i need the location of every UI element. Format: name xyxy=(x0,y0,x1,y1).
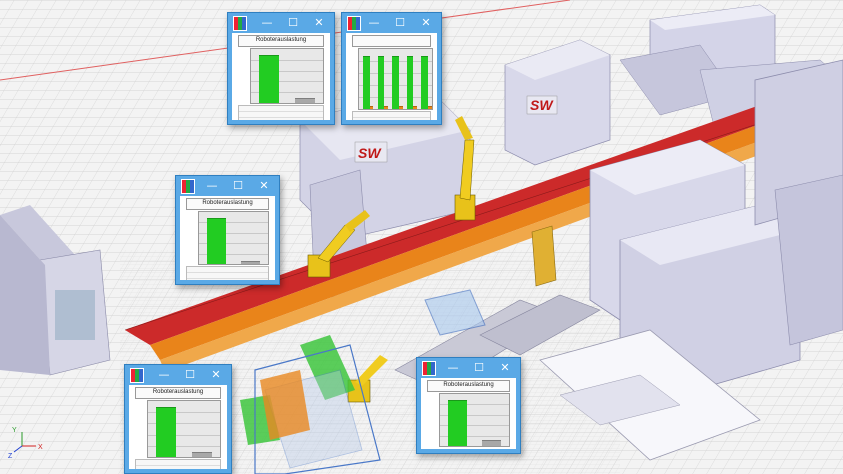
chart-bar xyxy=(398,106,403,109)
chart-bar xyxy=(206,217,226,264)
chart-bar xyxy=(192,452,212,457)
minimize-button[interactable]: — xyxy=(155,366,173,383)
chart-bar xyxy=(406,55,414,109)
close-button[interactable]: ✕ xyxy=(310,14,328,31)
close-button[interactable]: ✕ xyxy=(207,366,225,383)
chart-plot-area xyxy=(439,393,510,447)
chart-bar xyxy=(259,54,279,103)
maximize-button[interactable]: ☐ xyxy=(229,177,247,194)
chart-app-icon xyxy=(422,361,436,376)
svg-text:SW: SW xyxy=(530,97,554,113)
chart-title: Roboterauslastung xyxy=(135,387,221,399)
chart-bar xyxy=(413,106,418,109)
chart-panel: Roboterauslastung xyxy=(129,385,227,469)
chart-plot-area xyxy=(250,48,324,104)
window-titlebar[interactable]: — ☐ ✕ xyxy=(228,13,334,33)
chart-bar xyxy=(377,55,385,109)
chart-bar xyxy=(369,106,374,109)
chart-bar xyxy=(241,261,261,264)
minimize-button[interactable]: — xyxy=(203,177,221,194)
chart-window-robot-utilization-3[interactable]: — ☐ ✕ Roboterauslastung xyxy=(124,364,232,474)
maximize-button[interactable]: ☐ xyxy=(391,14,409,31)
chart-bar xyxy=(421,55,428,109)
chart-title: Roboterauslastung xyxy=(427,380,510,392)
chart-bar xyxy=(156,406,176,457)
chart-app-icon xyxy=(130,368,144,383)
chart-bar xyxy=(384,106,389,109)
svg-text:Y: Y xyxy=(12,427,17,434)
chart-legend-table xyxy=(238,105,324,120)
chart-bar xyxy=(295,98,315,103)
minimize-button[interactable]: — xyxy=(365,14,383,31)
svg-text:SW: SW xyxy=(358,145,382,161)
chart-bar xyxy=(482,439,502,446)
chart-app-icon xyxy=(233,16,247,31)
chart-plot-area xyxy=(358,48,433,110)
chart-legend-table xyxy=(352,111,431,120)
chart-legend-table xyxy=(135,459,221,469)
maximize-button[interactable]: ☐ xyxy=(181,366,199,383)
chart-app-icon xyxy=(181,179,195,194)
chart-panel: Roboterauslastung xyxy=(232,33,330,120)
minimize-button[interactable]: — xyxy=(258,14,276,31)
window-titlebar[interactable]: — ☐ ✕ xyxy=(125,365,231,385)
chart-window-robot-utilization-2[interactable]: — ☐ ✕ Roboterauslastung xyxy=(175,175,280,285)
chart-title xyxy=(352,35,431,47)
svg-text:Z: Z xyxy=(8,453,13,460)
chart-title: Roboterauslastung xyxy=(238,35,324,47)
chart-panel: Roboterauslastung xyxy=(421,378,516,449)
chart-app-icon xyxy=(347,16,361,31)
chart-panel: Roboterauslastung xyxy=(180,196,275,280)
svg-text:X: X xyxy=(38,444,43,451)
yellow-column xyxy=(531,225,557,287)
chart-panel xyxy=(346,33,437,120)
chart-bar xyxy=(447,399,467,446)
window-titlebar[interactable]: — ☐ ✕ xyxy=(176,176,279,196)
chart-title: Roboterauslastung xyxy=(186,198,269,210)
chart-bar xyxy=(427,106,432,109)
minimize-button[interactable]: — xyxy=(444,359,462,376)
maximize-button[interactable]: ☐ xyxy=(284,14,302,31)
chart-window-robot-utilization-1[interactable]: — ☐ ✕ Roboterauslastung xyxy=(227,12,335,125)
close-button[interactable]: ✕ xyxy=(417,14,435,31)
chart-bar xyxy=(392,55,399,109)
chart-plot-area xyxy=(198,211,269,265)
maximize-button[interactable]: ☐ xyxy=(470,359,488,376)
chart-bar xyxy=(363,55,370,109)
chart-plot-area xyxy=(147,400,221,458)
chart-legend-table xyxy=(186,266,269,280)
window-titlebar[interactable]: — ☐ ✕ xyxy=(417,358,520,378)
window-titlebar[interactable]: — ☐ ✕ xyxy=(342,13,441,33)
chart-window-robot-utilization-4[interactable]: — ☐ ✕ Roboterauslastung xyxy=(416,357,521,454)
chart-window-station-states[interactable]: — ☐ ✕ xyxy=(341,12,442,125)
close-button[interactable]: ✕ xyxy=(255,177,273,194)
close-button[interactable]: ✕ xyxy=(496,359,514,376)
